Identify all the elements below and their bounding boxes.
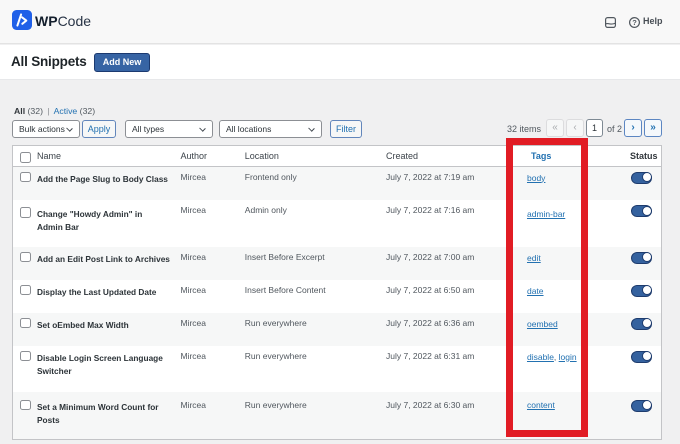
svg-text:?: ? (632, 18, 637, 27)
